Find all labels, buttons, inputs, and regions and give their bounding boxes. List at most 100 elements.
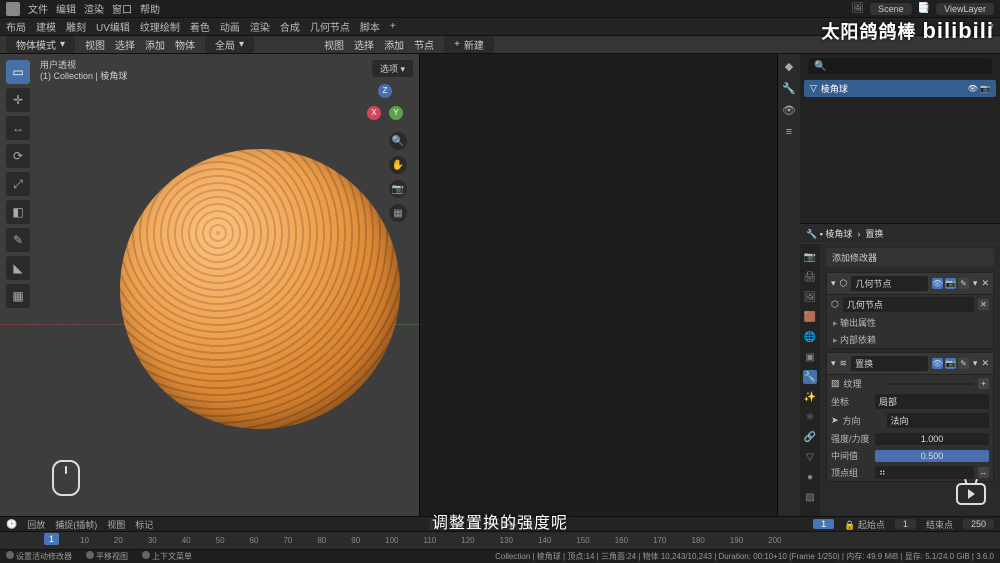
tab-tool[interactable]: 🔧	[781, 80, 797, 96]
invert-icon[interactable]: ↔	[978, 467, 989, 478]
mode-dropdown[interactable]: 物体模式 ▾	[6, 36, 75, 53]
ptab-constraints[interactable]: 🔗	[803, 430, 817, 444]
start-frame-field[interactable]: 1	[895, 519, 916, 529]
nh-add[interactable]: 添加	[384, 37, 404, 52]
nh-node[interactable]: 节点	[414, 37, 434, 52]
strength-field[interactable]: 1.000	[875, 433, 989, 445]
ptab-data[interactable]: ▽	[803, 450, 817, 464]
viewport-3d[interactable]: ▭ ✛ ↔ ⟳ ⤢ ◧ ✎ ◣ ▦ 用户透视 (1) Collection | …	[0, 54, 420, 516]
node-editor[interactable]	[420, 54, 778, 516]
vh-add[interactable]: 添加	[145, 37, 165, 52]
editmode-toggle[interactable]: ✎	[958, 278, 969, 289]
expand-icon[interactable]: ▾	[831, 278, 836, 289]
nh-view[interactable]: 视图	[324, 37, 344, 52]
ws-layout[interactable]: 布局	[6, 19, 26, 34]
mesh-icosphere[interactable]	[120, 149, 400, 429]
modifier-name-input[interactable]: 几何节点	[851, 276, 928, 291]
tab-node[interactable]: ≡	[781, 124, 797, 140]
ws-script[interactable]: 脚本	[360, 19, 380, 34]
nav-gizmo[interactable]: Z X Y	[363, 82, 407, 126]
ws-texpaint[interactable]: 纹理绘制	[140, 19, 180, 34]
direction-dropdown[interactable]: 法向	[887, 413, 989, 428]
ptab-texture[interactable]: ▨	[803, 490, 817, 504]
nh-select[interactable]: 选择	[354, 37, 374, 52]
ws-shading[interactable]: 着色	[190, 19, 210, 34]
extras-icon[interactable]: ▾	[973, 278, 978, 289]
tl-mark[interactable]: 标记	[135, 518, 153, 531]
ptab-viewlayer[interactable]: 🖼	[803, 290, 817, 304]
outliner-row-icosphere[interactable]: ▽ 棱角球 👁 📷	[804, 80, 996, 97]
menu-window[interactable]: 窗口	[112, 1, 132, 16]
end-frame-field[interactable]: 250	[963, 519, 994, 529]
unlink-icon[interactable]: ✕	[978, 299, 989, 310]
midlevel-field[interactable]: 0.500	[875, 450, 989, 462]
render-toggle[interactable]: 📷	[945, 278, 956, 289]
outliner[interactable]: 🔍 ▽ 棱角球 👁 📷	[800, 54, 1000, 224]
timeline-editor-icon[interactable]: 🕒	[6, 519, 17, 530]
tool-scale[interactable]: ⤢	[6, 172, 30, 196]
tl-keying[interactable]: 捕捉(插帧)	[55, 518, 97, 531]
tool-annotate[interactable]: ✎	[6, 228, 30, 252]
ptab-object[interactable]: ▣	[803, 350, 817, 364]
restrict-icons[interactable]: 👁 📷	[968, 84, 990, 93]
ptab-particles[interactable]: ✨	[803, 390, 817, 404]
texture-field[interactable]	[888, 383, 974, 385]
orient-dropdown[interactable]: 全局 ▾	[205, 36, 254, 53]
tool-measure[interactable]: ◣	[6, 256, 30, 280]
ptab-material[interactable]: ●	[803, 470, 817, 484]
ptab-world[interactable]: 🌐	[803, 330, 817, 344]
realtime-toggle[interactable]: 👁	[932, 358, 943, 369]
axis-z[interactable]: Z	[378, 84, 392, 98]
ws-anim[interactable]: 动画	[220, 19, 240, 34]
pan-icon[interactable]: ✋	[389, 156, 407, 174]
vh-select[interactable]: 选择	[115, 37, 135, 52]
realtime-toggle[interactable]: 👁	[932, 278, 943, 289]
axis-y[interactable]: Y	[389, 106, 403, 120]
ws-geo[interactable]: 几何节点	[310, 19, 350, 34]
viewlayer-field[interactable]: ViewLayer	[936, 3, 994, 15]
tab-view[interactable]: 👁	[781, 102, 797, 118]
vh-view[interactable]: 视图	[85, 37, 105, 52]
tl-view[interactable]: 视图	[107, 518, 125, 531]
ptab-physics[interactable]: ⚛	[803, 410, 817, 424]
expand-icon[interactable]: ▾	[831, 358, 836, 369]
zoom-icon[interactable]: 🔍	[389, 132, 407, 150]
ws-render[interactable]: 渲染	[250, 19, 270, 34]
render-toggle[interactable]: 📷	[945, 358, 956, 369]
subsection-deps[interactable]: 内部依赖	[827, 331, 993, 348]
ptab-output[interactable]: 🖨	[803, 270, 817, 284]
scene-field[interactable]: Scene	[870, 3, 912, 15]
modifier-name-input[interactable]: 置换	[851, 356, 928, 371]
vgroup-field[interactable]: ⠶	[875, 466, 974, 479]
ptab-render[interactable]: 📷	[803, 250, 817, 264]
ws-uv[interactable]: UV编辑	[96, 19, 130, 34]
new-nodegroup-button[interactable]: + 新建	[444, 36, 494, 53]
options-dropdown[interactable]: 选项 ▾	[372, 60, 413, 77]
camera-icon[interactable]: 📷	[389, 180, 407, 198]
extras-icon[interactable]: ▾	[973, 358, 978, 369]
subsection-output[interactable]: 输出属性	[827, 314, 993, 331]
playhead[interactable]: 1	[44, 533, 59, 545]
coords-dropdown[interactable]: 局部	[875, 394, 989, 409]
menu-edit[interactable]: 编辑	[56, 1, 76, 16]
tool-cursor[interactable]: ✛	[6, 88, 30, 112]
ptab-scene[interactable]: 🟫	[803, 310, 817, 324]
ws-add[interactable]: +	[390, 21, 396, 32]
close-icon[interactable]: ✕	[981, 358, 989, 369]
menu-file[interactable]: 文件	[28, 1, 48, 16]
tool-rotate[interactable]: ⟳	[6, 144, 30, 168]
persp-icon[interactable]: ▦	[389, 204, 407, 222]
ws-comp[interactable]: 合成	[280, 19, 300, 34]
menu-help[interactable]: 帮助	[140, 1, 160, 16]
tl-playback[interactable]: 回放	[27, 518, 45, 531]
tool-select-box[interactable]: ▭	[6, 60, 30, 84]
nodegroup-field[interactable]: 几何节点	[843, 297, 974, 312]
menu-render[interactable]: 渲染	[84, 1, 104, 16]
ws-sculpt[interactable]: 雕刻	[66, 19, 86, 34]
vh-object[interactable]: 物体	[175, 37, 195, 52]
timeline-ruler[interactable]: 1 10 20 30 40 50 60 70 80 90 100 110 120…	[0, 531, 1000, 549]
close-icon[interactable]: ✕	[981, 278, 989, 289]
tab-item[interactable]: ◆	[781, 58, 797, 74]
editmode-toggle[interactable]: ✎	[958, 358, 969, 369]
axis-x[interactable]: X	[367, 106, 381, 120]
